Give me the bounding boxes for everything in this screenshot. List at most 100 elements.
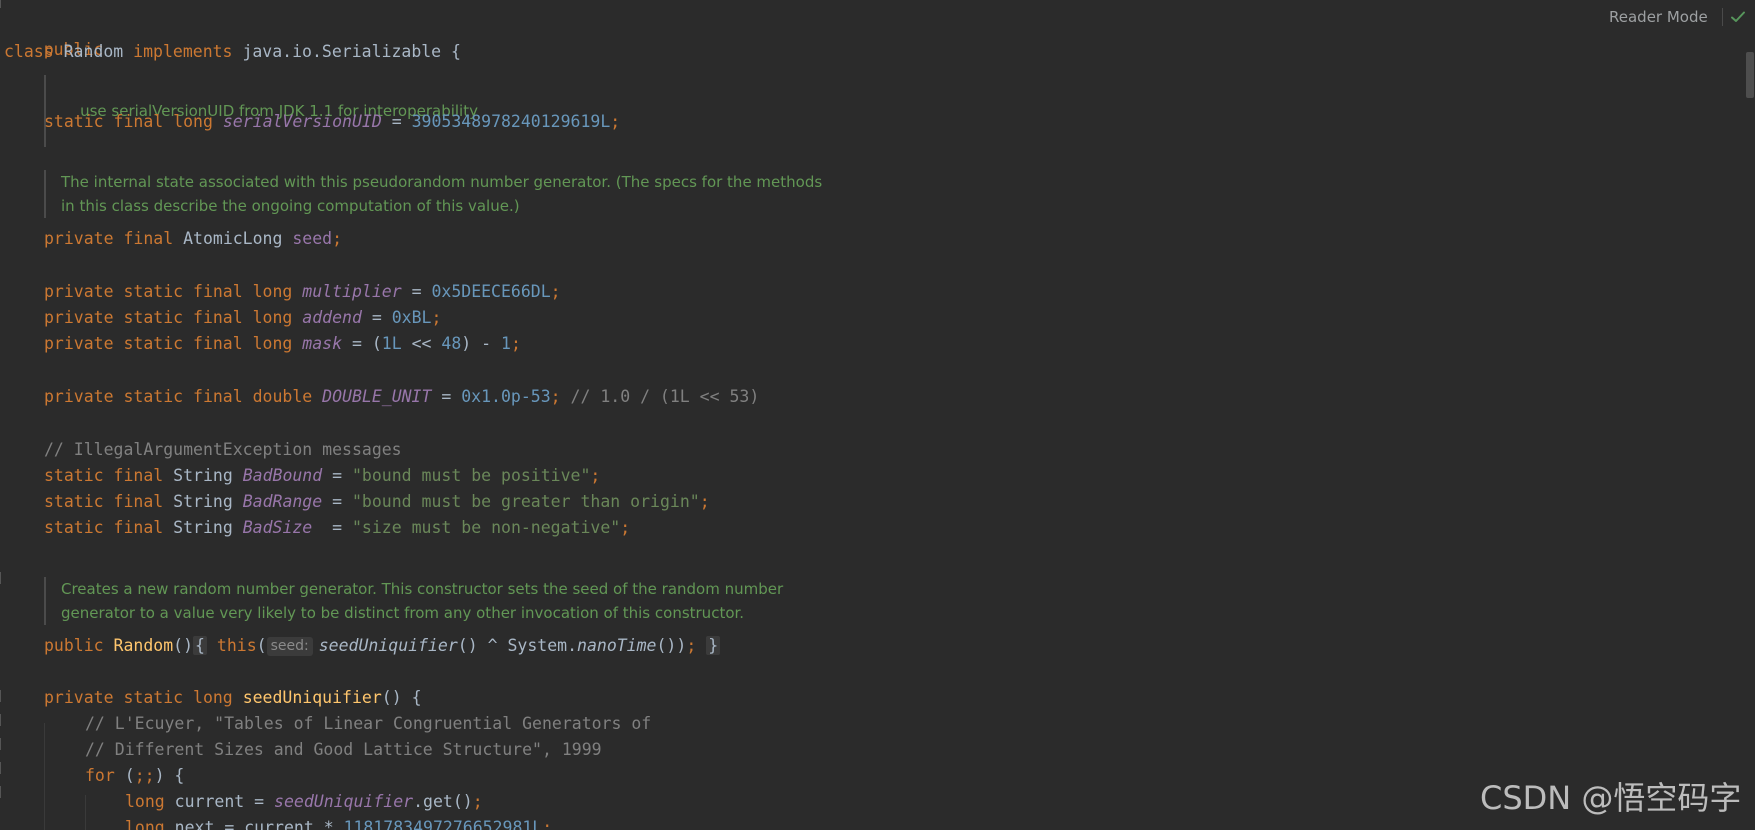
code-line[interactable]: // Different Sizes and Good Lattice Stru… (85, 738, 602, 762)
code-line[interactable]: private static final double DOUBLE_UNIT … (44, 385, 759, 409)
class-name: Random (63, 42, 124, 61)
code-line[interactable]: static final String BadBound = "bound mu… (44, 464, 600, 488)
keyword: static final (44, 518, 164, 537)
keyword: static final (44, 466, 164, 485)
gutter-fold-marker (0, 690, 1, 702)
code-line[interactable]: static final long serialVersionUID = 390… (44, 110, 620, 134)
semicolon: ; (542, 818, 553, 830)
code-line[interactable]: private static long seedUniquifier() { (44, 686, 422, 710)
doc-text: in this class describe the ongoing compu… (61, 197, 520, 215)
code-line[interactable]: private final AtomicLong seed; (44, 227, 342, 251)
type-name: AtomicLong (183, 229, 283, 248)
code-line[interactable]: // IllegalArgumentException messages (44, 438, 402, 462)
number-literal: 1L (381, 334, 402, 353)
method-name: seedUniquifier (242, 688, 382, 707)
doc-text: Creates a new random number generator. T… (61, 580, 784, 598)
field-name: mask (302, 334, 343, 353)
operator: = (312, 518, 352, 537)
code-line[interactable]: private static final long multiplier = 0… (44, 280, 561, 304)
field-name: BadBound (242, 466, 323, 485)
semicolon: ; (590, 466, 601, 485)
reader-mode-button[interactable]: Reader Mode (1609, 6, 1708, 28)
string-literal: "bound must be greater than origin" (352, 492, 700, 511)
code-line[interactable]: public (4, 14, 104, 59)
type-name: String (173, 466, 233, 485)
semicolon: ; (550, 282, 561, 301)
gutter-fold-marker (0, 786, 1, 798)
keyword: private static final double (44, 387, 313, 406)
keyword: private final (44, 229, 174, 248)
line-comment: // L'Ecuyer, "Tables of Linear Congruent… (85, 714, 652, 733)
field-name: BadRange (242, 492, 323, 511)
brace: ) { (154, 766, 185, 785)
interface-name: java.io.Serializable (242, 42, 442, 61)
method-call: seedUniquifier (318, 636, 458, 655)
keyword: class (4, 42, 54, 61)
parameter-hint: seed: (266, 637, 313, 656)
operator: ) - (461, 334, 502, 353)
keyword: static final (44, 492, 164, 511)
method-call: .get() (413, 792, 473, 811)
code-line[interactable]: long next = current * 118178349727665298… (125, 816, 552, 830)
indent-guide (85, 795, 86, 830)
keyword: for (85, 766, 115, 785)
gutter-fold-marker (0, 0, 1, 8)
keyword: public (44, 636, 104, 655)
doc-text: generator to a value very likely to be d… (61, 604, 745, 622)
field-name: DOUBLE_UNIT (322, 387, 432, 406)
paren: ( (114, 766, 135, 785)
gutter-fold-marker (0, 738, 1, 750)
field-name: serialVersionUID (222, 112, 382, 131)
number-literal: 0x1.0p-53 (461, 387, 551, 406)
doc-comment[interactable]: Creates a new random number generator. T… (44, 577, 783, 625)
code-line[interactable]: // L'Ecuyer, "Tables of Linear Congruent… (85, 712, 651, 736)
doc-comment[interactable]: The internal state associated with this … (44, 170, 822, 218)
operator: = ( (342, 334, 382, 353)
gutter-fold-marker (0, 572, 1, 584)
operator: << (401, 334, 442, 353)
code-line[interactable]: static final String BadRange = "bound mu… (44, 490, 710, 514)
number-literal: 48 (441, 334, 462, 353)
method-name: Random (113, 636, 174, 655)
operator: = (322, 466, 352, 485)
operator: = (431, 387, 462, 406)
folded-brace[interactable]: { (193, 636, 207, 655)
keyword: implements (133, 42, 233, 61)
keyword: static final long (44, 112, 213, 131)
operator: = (401, 282, 432, 301)
operator: = (322, 492, 352, 511)
code-line[interactable]: public Random(){ this(seed: seedUniquifie… (44, 634, 721, 658)
scrollbar-thumb[interactable] (1746, 52, 1754, 98)
code-line[interactable]: static final String BadSize = "size must… (44, 516, 630, 540)
number-literal: 1181783497276652981L (343, 818, 543, 830)
doc-text: The internal state associated with this … (61, 173, 823, 191)
code-line[interactable]: for (;;) { (85, 764, 184, 788)
brace: () { (381, 688, 422, 707)
toolbar-divider (1722, 8, 1723, 26)
code-line[interactable]: class Random implements java.io.Serializ… (4, 40, 461, 64)
code-editor[interactable]: public class Random implements java.io.S… (0, 0, 1755, 830)
string-literal: "bound must be positive" (352, 466, 591, 485)
vertical-scrollbar[interactable] (1744, 0, 1755, 830)
field-name: seedUniquifier (274, 792, 414, 811)
keyword: long (125, 792, 165, 811)
code-line[interactable]: long current = seedUniquifier.get(); (125, 790, 483, 814)
method-call: nanoTime (577, 636, 657, 655)
line-comment: // 1.0 / (1L << 53) (570, 387, 760, 406)
folded-brace[interactable]: } (706, 636, 721, 655)
code-line[interactable]: private static final long mask = (1L << … (44, 332, 521, 356)
number-literal: 1 (501, 334, 511, 353)
code-line[interactable]: private static final long addend = 0xBL; (44, 306, 441, 330)
operator: = (381, 112, 412, 131)
semicolon: ; (699, 492, 710, 511)
operator: = (361, 308, 392, 327)
check-icon[interactable] (1729, 8, 1747, 26)
paren: ( (256, 636, 267, 655)
keyword: private static final long (44, 308, 293, 327)
semicolon: ; (472, 792, 483, 811)
semicolon: ; (610, 112, 621, 131)
semicolon: ; (332, 229, 343, 248)
semicolon: ; (620, 518, 631, 537)
operator: () ^ System. (457, 636, 578, 655)
indent-guide (44, 723, 45, 830)
